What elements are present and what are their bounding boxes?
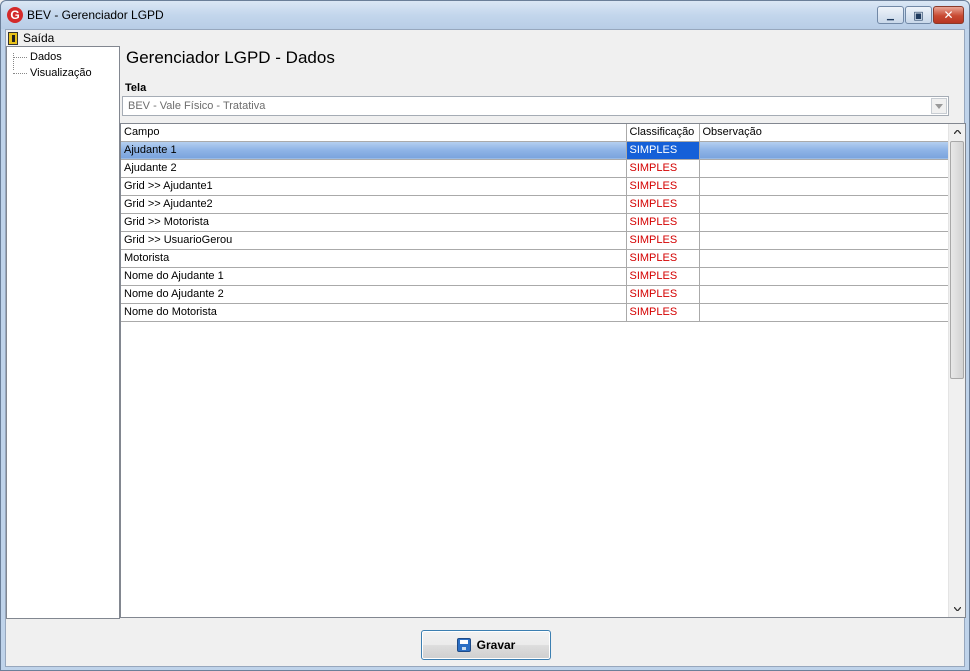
cell-classificacao[interactable]: SIMPLES bbox=[626, 267, 700, 286]
maximize-icon: ▣ bbox=[913, 9, 924, 22]
exit-door-icon bbox=[8, 31, 18, 45]
tree-item-visualizacao[interactable]: Visualização bbox=[13, 66, 92, 80]
footer-bar: Gravar bbox=[6, 620, 964, 666]
scroll-up-button[interactable] bbox=[949, 124, 965, 140]
floppy-disk-icon bbox=[456, 638, 471, 652]
cell-observacao[interactable] bbox=[699, 159, 949, 178]
tree-item-label: Dados bbox=[30, 51, 62, 63]
column-header-campo[interactable]: Campo bbox=[121, 124, 627, 142]
app-logo-icon: G bbox=[7, 7, 23, 23]
column-header-classificacao[interactable]: Classificação bbox=[626, 124, 700, 142]
window-title: BEV - Gerenciador LGPD bbox=[27, 8, 164, 22]
table-row[interactable]: Nome do Motorista SIMPLES bbox=[121, 303, 949, 322]
cell-campo[interactable]: Nome do Motorista bbox=[121, 303, 627, 322]
cell-classificacao[interactable]: SIMPLES bbox=[626, 213, 700, 232]
cell-classificacao[interactable]: SIMPLES bbox=[626, 195, 700, 214]
cell-campo[interactable]: Ajudante 2 bbox=[121, 159, 627, 178]
maximize-button[interactable]: ▣ bbox=[905, 6, 932, 24]
grid-header-row: Campo Classificação Observação bbox=[121, 124, 949, 142]
column-header-observacao[interactable]: Observação bbox=[699, 124, 949, 142]
cell-classificacao[interactable]: SIMPLES bbox=[626, 159, 700, 178]
tela-label: Tela bbox=[125, 82, 147, 94]
table-row[interactable]: Grid >> UsuarioGerou SIMPLES bbox=[121, 231, 949, 250]
menu-bar: Saída bbox=[6, 30, 964, 46]
fields-grid: Campo Classificação Observação Ajudante … bbox=[120, 123, 966, 618]
title-bar[interactable]: G BEV - Gerenciador LGPD ▁ ▣ ✕ bbox=[1, 1, 969, 29]
tree-branch-line bbox=[13, 72, 27, 74]
cell-campo[interactable]: Grid >> Ajudante2 bbox=[121, 195, 627, 214]
tree-item-dados[interactable]: Dados bbox=[13, 50, 62, 64]
app-window: G BEV - Gerenciador LGPD ▁ ▣ ✕ Saída Dad… bbox=[0, 0, 970, 671]
cell-campo[interactable]: Nome do Ajudante 2 bbox=[121, 285, 627, 304]
chevron-down-icon bbox=[953, 607, 961, 611]
table-row[interactable]: Motorista SIMPLES bbox=[121, 249, 949, 268]
tree-item-label: Visualização bbox=[30, 67, 92, 79]
cell-observacao[interactable] bbox=[699, 177, 949, 196]
cell-campo[interactable]: Motorista bbox=[121, 249, 627, 268]
cell-campo[interactable]: Grid >> Ajudante1 bbox=[121, 177, 627, 196]
cell-campo[interactable]: Ajudante 1 bbox=[121, 141, 627, 160]
chevron-up-icon bbox=[953, 130, 961, 134]
menu-item-label: Saída bbox=[23, 31, 55, 45]
cell-observacao[interactable] bbox=[699, 141, 949, 160]
cell-classificacao[interactable]: SIMPLES bbox=[626, 303, 700, 322]
dropdown-button[interactable] bbox=[931, 98, 947, 114]
save-button[interactable]: Gravar bbox=[421, 630, 551, 660]
page-title: Gerenciador LGPD - Dados bbox=[126, 48, 335, 67]
cell-observacao[interactable] bbox=[699, 285, 949, 304]
menu-item-saida[interactable]: Saída bbox=[8, 31, 54, 45]
cell-observacao[interactable] bbox=[699, 249, 949, 268]
cell-campo[interactable]: Grid >> Motorista bbox=[121, 213, 627, 232]
window-controls: ▁ ▣ ✕ bbox=[876, 6, 964, 24]
vertical-scrollbar[interactable] bbox=[948, 124, 965, 617]
tela-select[interactable]: BEV - Vale Físico - Tratativa bbox=[122, 96, 949, 116]
close-button[interactable]: ✕ bbox=[933, 6, 964, 24]
save-button-label: Gravar bbox=[476, 638, 516, 652]
cell-observacao[interactable] bbox=[699, 303, 949, 322]
tree-branch-line bbox=[13, 56, 27, 58]
table-row[interactable]: Grid >> Motorista SIMPLES bbox=[121, 213, 949, 232]
cell-classificacao[interactable]: SIMPLES bbox=[626, 231, 700, 250]
table-row[interactable]: Nome do Ajudante 1 SIMPLES bbox=[121, 267, 949, 286]
minimize-button[interactable]: ▁ bbox=[877, 6, 904, 24]
cell-classificacao[interactable]: SIMPLES bbox=[626, 285, 700, 304]
cell-campo[interactable]: Grid >> UsuarioGerou bbox=[121, 231, 627, 250]
tela-select-value: BEV - Vale Físico - Tratativa bbox=[128, 100, 266, 112]
cell-observacao[interactable] bbox=[699, 195, 949, 214]
cell-classificacao[interactable]: SIMPLES bbox=[626, 249, 700, 268]
table-row[interactable]: Grid >> Ajudante1 SIMPLES bbox=[121, 177, 949, 196]
cell-classificacao[interactable]: SIMPLES bbox=[626, 177, 700, 196]
cell-classificacao[interactable]: SIMPLES bbox=[626, 141, 700, 160]
navigation-tree: Dados Visualização bbox=[6, 46, 120, 619]
minimize-icon: ▁ bbox=[887, 9, 894, 20]
cell-observacao[interactable] bbox=[699, 213, 949, 232]
table-row[interactable]: Grid >> Ajudante2 SIMPLES bbox=[121, 195, 949, 214]
scrollbar-thumb[interactable] bbox=[950, 141, 964, 379]
close-icon: ✕ bbox=[943, 8, 954, 22]
table-row[interactable]: Nome do Ajudante 2 SIMPLES bbox=[121, 285, 949, 304]
cell-campo[interactable]: Nome do Ajudante 1 bbox=[121, 267, 627, 286]
table-row[interactable]: Ajudante 1 SIMPLES bbox=[121, 141, 949, 160]
fields-table: Campo Classificação Observação Ajudante … bbox=[121, 124, 949, 322]
chevron-down-icon bbox=[935, 103, 943, 109]
cell-observacao[interactable] bbox=[699, 231, 949, 250]
cell-observacao[interactable] bbox=[699, 267, 949, 286]
scroll-down-button[interactable] bbox=[949, 601, 965, 617]
table-row[interactable]: Ajudante 2 SIMPLES bbox=[121, 159, 949, 178]
client-area: Saída Dados Visualização Gerenciador LGP… bbox=[5, 29, 966, 667]
